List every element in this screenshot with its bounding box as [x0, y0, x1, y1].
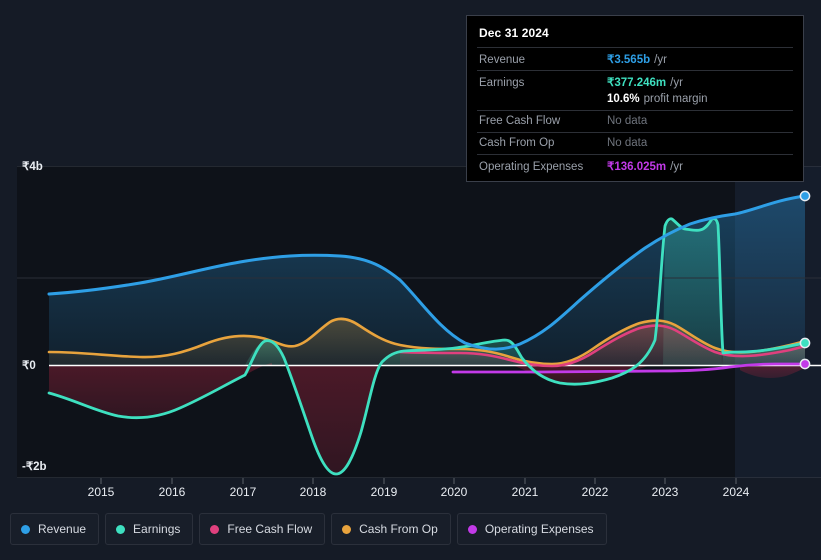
- tooltip-row-profit-margin: 10.6% profit margin: [477, 93, 793, 110]
- tooltip-row-free-cash-flow: Free Cash Flow No data: [477, 110, 793, 132]
- legend-item-cash-from-op[interactable]: Cash From Op: [331, 513, 451, 545]
- xtick-label-2016: 2016: [159, 485, 186, 499]
- tooltip-value-profit-margin: 10.6%: [607, 93, 640, 105]
- xtick-label-2024: 2024: [723, 485, 750, 499]
- tooltip-label-revenue: Revenue: [479, 54, 526, 66]
- xtick-label-2023: 2023: [652, 485, 679, 499]
- chart-tooltip: Dec 31 2024 Revenue ₹3.565b /yr Earnings…: [466, 15, 804, 182]
- tooltip-row-operating-expenses: Operating Expenses ₹136.025m /yr: [477, 154, 793, 177]
- legend-item-earnings[interactable]: Earnings: [105, 513, 194, 545]
- tooltip-value-free-cash-flow: No data: [607, 115, 648, 127]
- endpoint-marker-operating-expenses[interactable]: [799, 358, 811, 370]
- tooltip-label-earnings: Earnings: [479, 77, 525, 89]
- ytick-label-2: -₹2b: [22, 461, 47, 473]
- xtick-label-2018: 2018: [300, 485, 327, 499]
- ytick-label-0: ₹4b: [22, 161, 43, 173]
- legend-label-operating-expenses: Operating Expenses: [484, 522, 594, 536]
- chart-legend: Revenue Earnings Free Cash Flow Cash Fro…: [10, 513, 607, 545]
- endpoint-marker-earnings[interactable]: [799, 337, 811, 349]
- tooltip-unit-profit-margin: profit margin: [643, 93, 708, 105]
- tooltip-value-operating-expenses: ₹136.025m: [607, 161, 667, 173]
- tooltip-unit-earnings: /yr: [670, 77, 683, 89]
- tooltip-label-free-cash-flow: Free Cash Flow: [479, 115, 561, 127]
- xtick-label-2017: 2017: [230, 485, 257, 499]
- legend-dot-cash-from-op: [342, 524, 352, 534]
- tooltip-label-operating-expenses: Operating Expenses: [479, 161, 584, 173]
- legend-dot-earnings: [116, 524, 126, 534]
- legend-label-earnings: Earnings: [133, 522, 181, 536]
- tooltip-row-cash-from-op: Cash From Op No data: [477, 132, 793, 154]
- tooltip-row-earnings: Earnings ₹377.246m /yr: [477, 70, 793, 93]
- legend-label-cash-from-op: Cash From Op: [359, 522, 438, 536]
- tooltip-date: Dec 31 2024: [479, 26, 549, 40]
- tooltip-label-cash-from-op: Cash From Op: [479, 137, 555, 149]
- legend-item-revenue[interactable]: Revenue: [10, 513, 100, 545]
- legend-dot-operating-expenses: [467, 524, 477, 534]
- ytick-label-1: ₹0: [22, 360, 36, 372]
- tooltip-value-cash-from-op: No data: [607, 137, 648, 149]
- endpoint-marker-revenue[interactable]: [799, 190, 811, 202]
- legend-dot-revenue: [21, 524, 30, 534]
- legend-item-operating-expenses[interactable]: Operating Expenses: [456, 513, 607, 545]
- legend-label-free-cash-flow: Free Cash Flow: [227, 522, 313, 536]
- legend-item-free-cash-flow[interactable]: Free Cash Flow: [199, 513, 326, 545]
- tooltip-value-earnings: ₹377.246m: [607, 77, 667, 89]
- xtick-label-2015: 2015: [88, 485, 115, 499]
- legend-label-revenue: Revenue: [38, 522, 87, 536]
- financial-chart-page: ₹4b ₹0 -₹2b 2015 2016 2017 2018 2019 202…: [0, 0, 821, 560]
- xtick-label-2019: 2019: [371, 485, 398, 499]
- tooltip-row-revenue: Revenue ₹3.565b /yr: [477, 47, 793, 70]
- tooltip-unit-operating-expenses: /yr: [670, 161, 683, 173]
- xtick-label-2020: 2020: [441, 485, 468, 499]
- tooltip-value-revenue: ₹3.565b: [607, 54, 651, 66]
- tooltip-unit-revenue: /yr: [654, 54, 667, 66]
- xtick-label-2022: 2022: [582, 485, 609, 499]
- legend-dot-free-cash-flow: [210, 524, 220, 534]
- xtick-label-2021: 2021: [512, 485, 539, 499]
